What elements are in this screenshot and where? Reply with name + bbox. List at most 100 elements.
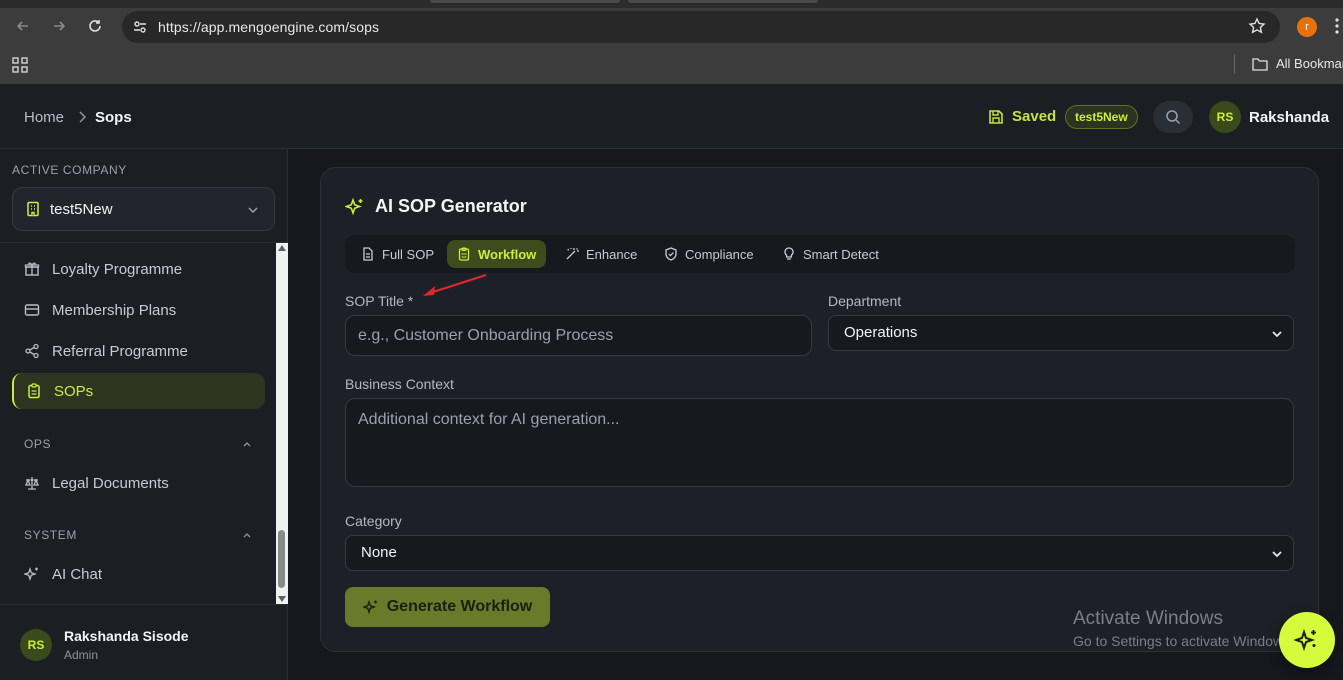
site-settings-icon[interactable]: [130, 17, 150, 37]
folder-icon: [1252, 57, 1268, 71]
sidebar-item-legal-documents[interactable]: Legal Documents: [12, 465, 265, 501]
tab-workflow[interactable]: Workflow: [447, 240, 547, 268]
footer-user-name[interactable]: Rakshanda Sisode: [64, 628, 189, 644]
footer-avatar[interactable]: RS: [20, 629, 52, 661]
section-ops-label: OPS: [24, 437, 52, 451]
tab-label: Workflow: [478, 246, 537, 262]
sidebar-item-label: Membership Plans: [52, 301, 177, 319]
ai-assistant-fab[interactable]: [1279, 612, 1335, 668]
browser-tab[interactable]: [430, 0, 620, 3]
sparkles-icon: [24, 566, 40, 582]
card-icon: [24, 302, 40, 318]
chevron-up-icon[interactable]: [241, 529, 253, 541]
sparkles-icon: [1294, 627, 1320, 653]
business-context-label: Business Context: [345, 376, 454, 392]
sidebar-scrollbar[interactable]: [276, 243, 288, 604]
gift-icon: [24, 261, 40, 277]
category-label: Category: [345, 513, 402, 529]
annotation-arrow-icon: [420, 272, 490, 298]
active-company-label: ACTIVE COMPANY: [12, 163, 127, 177]
tab-enhance[interactable]: Enhance: [555, 240, 647, 268]
sidebar-item-label: Loyalty Programme: [52, 260, 183, 278]
wand-icon: [565, 247, 579, 261]
sop-title-label: SOP Title *: [345, 293, 414, 309]
department-label: Department: [828, 293, 902, 309]
saved-label: Saved: [1012, 108, 1057, 125]
tab-label: Enhance: [586, 246, 638, 262]
tab-label: Smart Detect: [803, 246, 879, 262]
sidebar-item-loyalty-programme[interactable]: Loyalty Programme: [12, 251, 265, 287]
search-button[interactable]: [1153, 101, 1193, 133]
share-icon: [24, 343, 40, 359]
sidebar-item-label: Referral Programme: [52, 342, 188, 360]
all-bookmarks-button[interactable]: All Bookmarks: [1252, 56, 1343, 71]
breadcrumb-home[interactable]: Home: [24, 109, 64, 126]
bookmarks-bar: All Bookmarks: [0, 46, 1343, 84]
footer-user-role: Admin: [64, 648, 99, 662]
section-system-label: SYSTEM: [24, 528, 77, 542]
scrollbar-thumb[interactable]: [278, 530, 285, 588]
tab-smart-detect[interactable]: Smart Detect: [772, 240, 889, 268]
chevron-right-icon: [76, 110, 88, 124]
tab-full-sop[interactable]: Full SOP: [351, 240, 444, 268]
forward-icon[interactable]: [48, 15, 70, 37]
company-badge: test5New: [1065, 105, 1138, 129]
chevron-up-icon[interactable]: [241, 438, 253, 450]
bulb-icon: [782, 247, 796, 261]
generate-button-label: Generate Workflow: [386, 598, 533, 615]
sidebar: ACTIVE COMPANY test5New Loyalty Programm…: [0, 149, 288, 680]
browser-toolbar: https://app.mengoengine.com/sops r: [0, 0, 1343, 46]
profile-avatar[interactable]: r: [1297, 17, 1317, 37]
scroll-down-icon[interactable]: [278, 596, 286, 602]
all-bookmarks-label: All Bookmarks: [1276, 56, 1343, 71]
building-icon: [25, 201, 41, 217]
sidebar-item-sops[interactable]: SOPs: [12, 373, 265, 409]
card-title-text: AI SOP Generator: [375, 196, 527, 216]
company-name: test5New: [50, 201, 113, 218]
user-name[interactable]: Rakshanda: [1249, 109, 1329, 126]
back-icon[interactable]: [12, 15, 34, 37]
browser-menu-icon[interactable]: [1335, 18, 1339, 34]
apps-grid-icon[interactable]: [12, 57, 28, 73]
sparkles-icon: [345, 197, 365, 217]
company-selector[interactable]: test5New: [12, 187, 275, 231]
sidebar-item-label: AI Chat: [52, 565, 103, 583]
user-avatar[interactable]: RS: [1209, 101, 1241, 133]
bookmarks-divider: [1234, 54, 1235, 74]
sidebar-footer-divider: [0, 604, 287, 605]
url-text[interactable]: https://app.mengoengine.com/sops: [158, 19, 379, 35]
chevron-down-icon: [1271, 328, 1283, 340]
bookmark-star-icon[interactable]: [1248, 17, 1266, 35]
sop-title-input[interactable]: e.g., Customer Onboarding Process: [345, 315, 812, 356]
breadcrumb-current: Sops: [95, 109, 132, 126]
department-value: Operations: [844, 324, 918, 341]
chevron-down-icon: [246, 203, 260, 217]
category-select[interactable]: None: [345, 535, 1294, 571]
address-bar[interactable]: https://app.mengoengine.com/sops: [122, 11, 1280, 43]
sidebar-item-membership-plans[interactable]: Membership Plans: [12, 292, 265, 328]
chevron-down-icon: [1271, 548, 1283, 560]
sidebar-item-referral-programme[interactable]: Referral Programme: [12, 333, 265, 369]
sidebar-item-label: Legal Documents: [52, 474, 169, 492]
app-header: Home Sops Saved test5New RS Rakshanda: [0, 84, 1343, 149]
sidebar-item-label: SOPs: [54, 382, 94, 400]
category-value: None: [361, 544, 397, 561]
file-icon: [361, 247, 375, 261]
browser-tab[interactable]: [628, 0, 818, 3]
generate-workflow-button[interactable]: Generate Workflow: [345, 587, 550, 627]
sidebar-item-ai-chat[interactable]: AI Chat: [12, 556, 265, 592]
card-title: AI SOP Generator: [345, 196, 527, 217]
department-select[interactable]: Operations: [828, 315, 1294, 351]
scroll-up-icon[interactable]: [278, 245, 286, 251]
saved-status: Saved: [988, 108, 1056, 125]
scale-icon: [24, 475, 40, 491]
shield-icon: [664, 247, 678, 261]
windows-watermark-subtitle: Go to Settings to activate Windows.: [1073, 633, 1294, 649]
sidebar-divider: [0, 242, 287, 243]
business-context-textarea[interactable]: Additional context for AI generation...: [345, 398, 1294, 487]
save-icon: [988, 109, 1004, 125]
tab-compliance[interactable]: Compliance: [654, 240, 764, 268]
clipboard-icon: [26, 383, 42, 399]
reload-icon[interactable]: [84, 15, 106, 37]
windows-watermark-title: Activate Windows: [1073, 608, 1223, 629]
